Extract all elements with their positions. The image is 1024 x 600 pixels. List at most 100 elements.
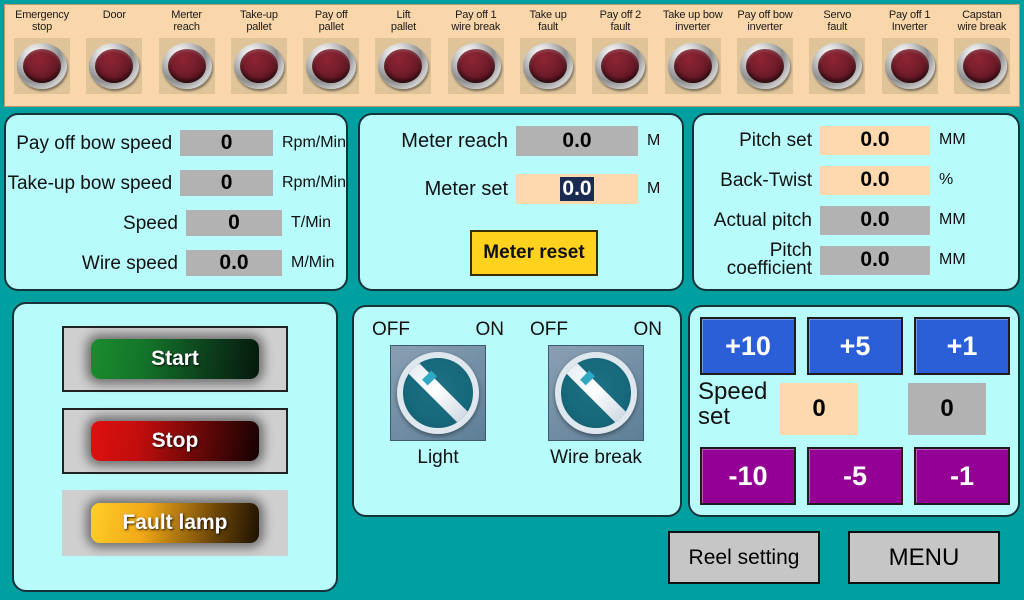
- pitch-row-label: Pitch set: [739, 129, 812, 151]
- switch-dial: [555, 352, 637, 434]
- indicator-lamp-icon: [306, 43, 357, 89]
- fault-lamp-label: Fault lamp: [91, 503, 259, 543]
- pitch-row-unit: %: [939, 171, 954, 188]
- speed-minus-1-button[interactable]: -1: [914, 447, 1010, 505]
- alarm-indicator-label: Pay off bow inverter: [737, 9, 793, 33]
- speed-setpoint-input[interactable]: 0: [780, 383, 858, 435]
- pitch-row-label: Pitch coefficient: [726, 240, 812, 279]
- switch-name-label: Light: [417, 447, 459, 468]
- speed-plus-5-button[interactable]: +5: [807, 317, 903, 375]
- lamp-glass: [167, 49, 206, 83]
- command-button-panel: Start Stop Fault lamp: [12, 302, 338, 592]
- alarm-lamp-plate: [447, 38, 504, 94]
- rotary-selector-icon[interactable]: [548, 345, 644, 441]
- meter-set-unit: M: [647, 180, 661, 197]
- lamp-glass: [23, 49, 61, 83]
- speed-set-panel: +10 +5 +1 Speed set 0 0 -10 -5 -1: [688, 305, 1020, 517]
- alarm-indicator-cell: Take up bow inverter: [659, 9, 727, 94]
- meter-reach-row: Meter reach 0.0 M: [360, 119, 682, 163]
- meter-reset-button[interactable]: Meter reset: [470, 230, 598, 276]
- pitch-row-value: 0.0: [820, 205, 930, 235]
- alarm-indicator-cell: Pay off 1 wire break: [442, 9, 510, 94]
- alarm-indicator-label: Lift pallet: [390, 9, 417, 33]
- alarm-lamp-plate: [592, 38, 649, 94]
- indicator-lamp-icon: [812, 43, 863, 89]
- alarm-indicator-cell: Merter reach: [153, 9, 221, 94]
- speed-plus-1-button[interactable]: +1: [914, 317, 1010, 375]
- switch-dial: [397, 352, 479, 434]
- reel-setting-button[interactable]: Reel setting: [668, 531, 820, 584]
- alarm-indicator-label: Take up bow inverter: [662, 9, 723, 33]
- pitch-row: Back-Twist 0.0%: [694, 162, 1018, 198]
- indicator-lamp-icon: [739, 43, 790, 89]
- lamp-glass: [456, 49, 495, 83]
- selector-switch: OFF ON Light: [368, 319, 508, 469]
- alarm-indicator-label: Servo fault: [823, 9, 852, 33]
- pitch-row-label: Back-Twist: [720, 169, 812, 191]
- pitch-row-unit: MM: [939, 131, 966, 148]
- menu-button[interactable]: MENU: [848, 531, 1000, 584]
- stop-button-label: Stop: [91, 421, 259, 461]
- fault-lamp-button[interactable]: Fault lamp: [62, 490, 288, 556]
- alarm-indicator-cell: Pay off bow inverter: [731, 9, 799, 94]
- speed-readout-panel: Pay off bow speed 0 Rpm/Min Take-up bow spe…: [4, 113, 348, 291]
- lamp-glass: [962, 49, 1001, 83]
- meter-set-label: Meter set: [424, 177, 508, 200]
- alarm-indicator-cell: Take-up pallet: [225, 9, 293, 94]
- speed-plus-10-button[interactable]: +10: [700, 317, 796, 375]
- alarm-lamp-plate: [303, 38, 360, 94]
- lamp-glass: [239, 49, 278, 83]
- pitch-panel: Pitch set 0.0 MM Back-Twist 0.0% Actual pitch…: [692, 113, 1020, 291]
- pitch-row-value[interactable]: 0.0: [820, 125, 930, 155]
- speed-row-unit: M/Min: [291, 254, 335, 271]
- alarm-lamp-plate: [809, 38, 866, 94]
- speed-minus-5-button[interactable]: -5: [807, 447, 903, 505]
- meter-reach-value: 0.0: [516, 126, 638, 156]
- indicator-lamp-icon: [161, 43, 212, 89]
- meter-set-value: 0.0: [560, 177, 594, 201]
- meter-panel: Meter reach 0.0 M Meter set 0.0 M Meter …: [358, 113, 684, 291]
- speed-row-unit: T/Min: [291, 214, 331, 231]
- lamp-glass: [818, 49, 857, 83]
- speed-row-label: Speed: [123, 212, 178, 234]
- indicator-lamp-icon: [956, 43, 1007, 89]
- start-button[interactable]: Start: [62, 326, 288, 392]
- indicator-lamp-icon: [89, 43, 140, 89]
- lamp-glass: [890, 49, 929, 83]
- pitch-row: Actual pitch 0.0 MM: [694, 202, 1018, 238]
- switch-pointer: [565, 361, 628, 425]
- alarm-lamp-plate: [375, 38, 432, 94]
- pitch-row-unit: MM: [939, 211, 966, 228]
- pitch-row-value: 0.0: [820, 245, 930, 275]
- switch-name-label: Wire break: [550, 447, 642, 468]
- pitch-row-unit: MM: [939, 251, 966, 268]
- alarm-lamp-plate: [230, 38, 287, 94]
- alarm-indicator-label: Take up fault: [529, 9, 567, 33]
- alarm-lamp-plate: [86, 38, 143, 94]
- speed-row-label: Take-up bow speed: [7, 172, 173, 194]
- rotary-selector-icon[interactable]: [390, 345, 486, 441]
- alarm-lamp-plate: [14, 38, 70, 94]
- pitch-row-value[interactable]: 0.0: [820, 165, 930, 195]
- alarm-lamp-plate: [664, 38, 721, 94]
- start-button-label: Start: [91, 339, 259, 379]
- selector-switch-panel: OFF ON Light OFF ON Wire break: [352, 305, 682, 517]
- lamp-glass: [529, 49, 568, 83]
- indicator-lamp-icon: [378, 43, 429, 89]
- alarm-indicator-cell: Door: [80, 9, 148, 94]
- speed-actual-value: 0: [908, 383, 986, 435]
- alarm-lamp-plate: [881, 38, 938, 94]
- meter-set-input[interactable]: 0.0: [516, 174, 638, 204]
- alarm-indicator-label: Merter reach: [171, 9, 202, 33]
- pitch-row: Pitch set 0.0 MM: [694, 122, 1018, 158]
- alarm-indicator-cell: Emergency stop: [8, 9, 76, 94]
- indicator-lamp-icon: [667, 43, 718, 89]
- pitch-row: Pitch coefficient 0.0 MM: [694, 240, 1018, 279]
- speed-minus-10-button[interactable]: -10: [700, 447, 796, 505]
- speed-row-unit: Rpm/Min: [281, 134, 346, 151]
- alarm-indicator-strip: Emergency stop Door Merter reach Take-up pa…: [4, 4, 1020, 107]
- speed-row-label: Wire speed: [81, 252, 178, 274]
- stop-button[interactable]: Stop: [62, 408, 288, 474]
- speed-row: Speed 0 T/Min: [6, 206, 346, 240]
- alarm-lamp-plate: [736, 38, 793, 94]
